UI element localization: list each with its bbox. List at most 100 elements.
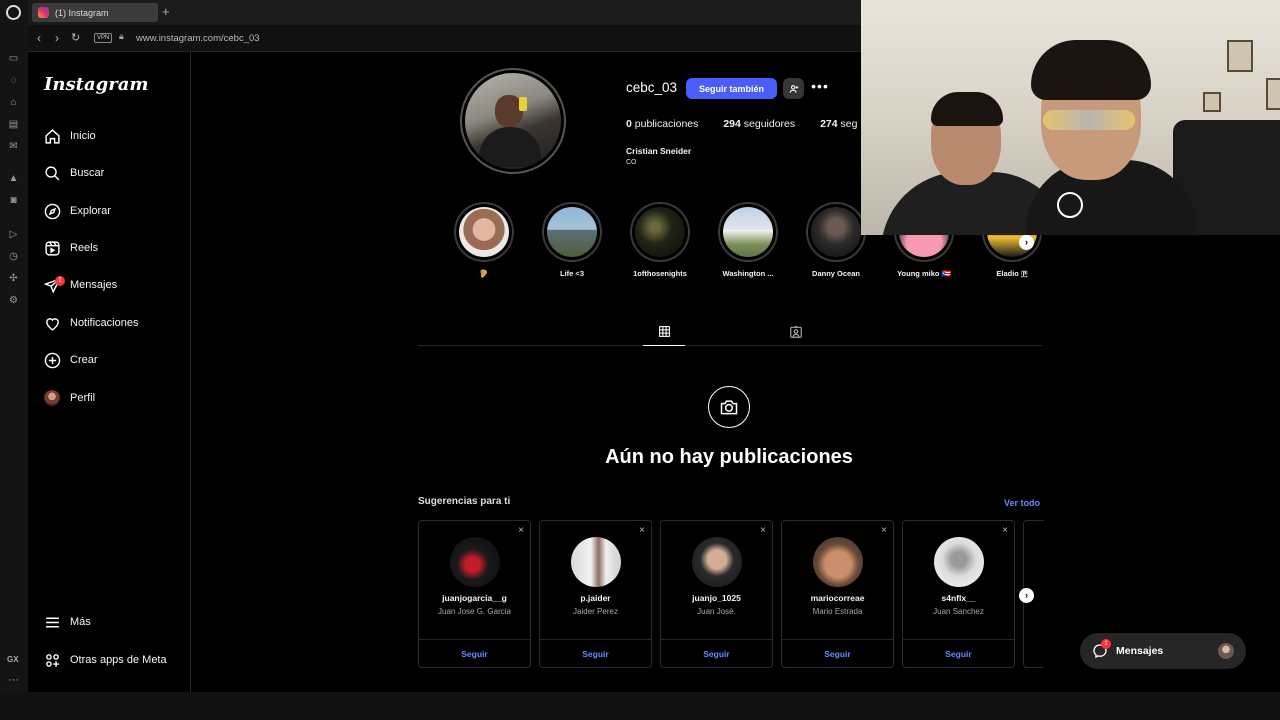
extensions-icon[interactable]: ✣ [7,272,20,285]
follow-suggestion-button[interactable]: Seguir [782,649,893,659]
vpn-badge[interactable]: VPN [94,33,113,43]
follow-suggestion-button[interactable]: Seguir [903,649,1014,659]
sidebar-item-perfil[interactable]: Perfil [43,386,183,410]
history-icon[interactable]: ◷ [7,250,20,263]
following-stat[interactable]: 274 seg [820,118,857,130]
person-left-hair [931,92,1003,126]
follow-suggestion-button[interactable]: Seguir [540,649,651,659]
messages-float-button[interactable]: 1 Mensajes [1080,633,1246,669]
highlight-item[interactable]: Washington ... [708,202,788,278]
sunglasses [1043,110,1135,130]
suggestion-username[interactable]: s4nflx__ [903,593,1014,603]
gx-label: GX [7,655,19,664]
url-field[interactable]: www.instagram.com/cebc_03 [136,33,260,44]
more-options-icon[interactable]: ••• [810,78,830,98]
profile-photo [465,73,561,169]
follow-suggestion-button[interactable]: Seguir [661,649,772,659]
lock-icon[interactable]: 🔒︎ [119,31,124,42]
suggestion-username[interactable]: p.jaider [540,593,651,603]
posts-count: 0 [626,118,632,130]
twitch-icon[interactable]: ◙ [7,194,20,207]
suggestion-name: Juan Sanchez [933,607,984,616]
compass-icon [43,202,61,220]
back-icon[interactable]: ‹ [37,31,41,45]
sidebar-item-buscar[interactable]: Buscar [43,161,183,185]
avatar[interactable] [692,537,742,587]
suggestions-next-icon[interactable]: › [1019,588,1034,603]
new-tab-button[interactable]: + [162,4,170,19]
news-icon[interactable]: ▤ [7,118,20,131]
followers-stat[interactable]: 294 seguidores [723,118,795,130]
opera-logo-icon[interactable] [6,5,21,20]
grid-icon [658,325,670,337]
dismiss-icon[interactable]: × [1002,525,1008,536]
highlight-cover [723,207,773,257]
profile-avatar[interactable] [460,68,566,174]
sidebar-item-mas[interactable]: Más [43,610,183,634]
tab-instagram[interactable]: (1) Instagram [32,3,158,22]
settings-icon[interactable]: ⚙ [7,294,20,307]
gx-control-icon[interactable]: ▲ [7,172,20,185]
followers-count: 294 [723,118,741,130]
suggestions-heading: Sugerencias para ti [418,496,511,507]
messages-float-label: Mensajes [1116,645,1164,657]
profile-username: cebc_03 [626,80,678,95]
highlight-item[interactable]: 1ofthosenights [620,202,700,278]
posts-label: publicaciones [634,118,699,130]
dismiss-icon[interactable]: × [760,525,766,536]
sidebar-item-label: Explorar [70,205,111,217]
instagram-logo[interactable]: Instagram [44,74,148,95]
following-label: seg [840,118,858,130]
suggestion-card: × juanjogarcia__g Juan Jose G. Garcia Se… [418,520,531,668]
dismiss-icon[interactable]: × [639,525,645,536]
sidebar-item-label: Notificaciones [70,317,139,329]
sidebar-item-reels[interactable]: Reels [43,236,183,260]
dismiss-icon[interactable]: × [518,525,524,536]
reload-icon[interactable]: ↻ [71,31,80,44]
tab-tagged[interactable] [775,317,817,346]
sidebar-item-label: Crear [70,354,98,366]
suggest-users-button[interactable] [783,78,804,99]
avatar[interactable] [450,537,500,587]
messenger-icon: 1 [43,276,65,294]
speed-dial-icon[interactable]: ◌ [7,74,20,87]
shop-icon[interactable]: ⌂ [7,96,20,109]
avatar[interactable] [813,537,863,587]
sidebar-item-label: Mensajes [70,279,118,291]
highlight-caption: Young miko 🇵🇷 [897,269,951,278]
suggestion-username[interactable]: juanjo_1025 [661,593,772,603]
suggestion-card: × mariocorreae Mario Estrada Seguir [781,520,894,668]
highlight-item[interactable]: 🦻 [444,202,524,278]
sidebar-item-mensajes[interactable]: 1 Mensajes [43,273,183,297]
highlight-cover [547,207,597,257]
follow-button[interactable]: Seguir también [686,78,777,99]
sidebar-item-meta-apps[interactable]: Otras apps de Meta [43,648,183,672]
highlight-item[interactable]: Life <3 [532,202,612,278]
forward-icon[interactable]: › [55,31,59,45]
sidebar-item-crear[interactable]: Crear [43,348,183,372]
search-icon [43,164,61,182]
tab-posts[interactable] [643,317,685,346]
play-icon[interactable]: ▷ [7,228,20,241]
messenger-sidebar-icon[interactable]: ✉ [7,140,20,153]
highlights-next-icon[interactable]: › [1019,235,1034,250]
sidebar-item-notificaciones[interactable]: Notificaciones [43,311,183,335]
photo-shirt [479,127,541,167]
suggestion-username[interactable]: juanjogarcia__g [419,593,530,603]
sidebar-item-inicio[interactable]: Inicio [43,124,183,148]
avatar[interactable] [571,537,621,587]
avatar-wrap [43,389,61,407]
see-all-link[interactable]: Ver todo [1004,498,1040,508]
sidebar-item-explorar[interactable]: Explorar [43,199,183,223]
dismiss-icon[interactable]: × [881,525,887,536]
player-icon[interactable]: ▭ [7,52,20,65]
more-icon[interactable]: ··· [8,674,19,686]
suggestion-username[interactable]: mariocorreae [782,593,893,603]
avatar[interactable] [934,537,984,587]
notification-badge: 1 [55,276,65,286]
highlight-cover [811,207,861,257]
profile-tabs [418,317,1042,346]
suggestion-name: Juan Jose G. Garcia [438,607,511,616]
follow-suggestion-button[interactable]: Seguir [419,649,530,659]
home-icon [43,127,61,145]
